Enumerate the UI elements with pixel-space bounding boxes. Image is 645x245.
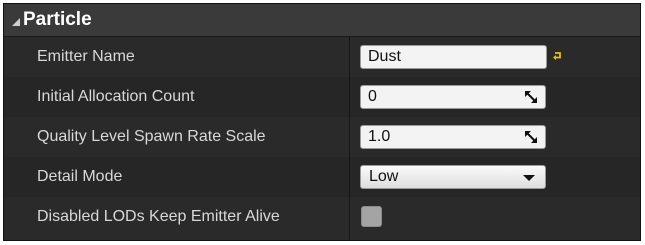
property-row-disabled-lods-keep-emitter-alive: Disabled LODs Keep Emitter Alive [4,197,640,240]
disabled-lods-keep-emitter-alive-checkbox[interactable] [361,206,382,227]
property-label: Disabled LODs Keep Emitter Alive [37,208,280,225]
category-title: Particle [23,9,92,30]
initial-allocation-count-input[interactable]: 0 [360,85,546,109]
particle-category-header[interactable]: Particle [4,4,640,37]
property-label: Detail Mode [37,168,123,185]
quality-level-spawn-rate-scale-input[interactable]: 1.0 [360,125,546,149]
detail-mode-dropdown[interactable]: Low [360,165,546,189]
property-row-emitter-name: Emitter Name Dust [4,37,640,77]
collapse-triangle-icon[interactable] [11,17,21,27]
property-label: Quality Level Spawn Rate Scale [37,128,266,145]
property-label: Initial Allocation Count [37,88,195,105]
detail-mode-value: Low [369,168,399,185]
reset-to-default-icon[interactable] [552,51,563,62]
property-row-detail-mode: Detail Mode Low [4,157,640,197]
initial-allocation-count-value: 0 [368,88,377,105]
details-panel: Particle Emitter Name Dust Initial Alloc… [3,3,641,241]
emitter-name-input[interactable]: Dust [360,45,547,69]
quality-level-spawn-rate-scale-value: 1.0 [368,128,391,145]
column-splitter[interactable] [349,37,350,240]
drag-arrows-icon[interactable] [525,91,537,103]
property-row-initial-allocation-count: Initial Allocation Count 0 [4,77,640,117]
emitter-name-value: Dust [368,48,401,65]
property-row-quality-level-spawn-rate-scale: Quality Level Spawn Rate Scale 1.0 [4,117,640,157]
drag-arrows-icon[interactable] [525,131,537,143]
property-label: Emitter Name [37,48,135,65]
chevron-down-icon [523,175,535,181]
